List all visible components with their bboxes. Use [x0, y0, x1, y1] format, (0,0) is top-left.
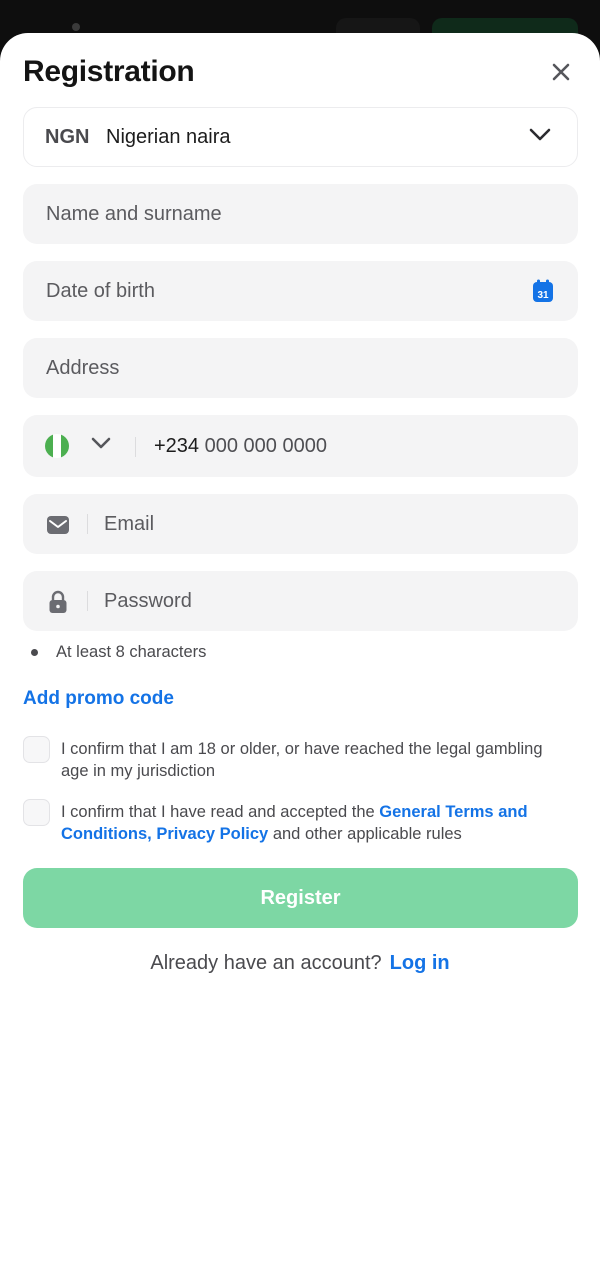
calendar-icon[interactable]: 31 [532, 279, 554, 303]
phone-field[interactable]: +234 000 000 0000 [23, 415, 578, 477]
terms-comma: , [147, 825, 157, 843]
login-link[interactable]: Log in [390, 952, 450, 974]
mail-icon [45, 512, 71, 538]
currency-select[interactable]: NGN Nigerian naira [23, 107, 578, 167]
calendar-day: 31 [537, 290, 549, 301]
address-field[interactable]: Address [23, 338, 578, 398]
phone-input[interactable]: +234 000 000 0000 [154, 435, 327, 458]
currency-code: NGN [45, 125, 90, 148]
date-of-birth-field[interactable]: Date of birth 31 [23, 261, 578, 321]
phone-number-placeholder: 000 000 0000 [204, 434, 327, 457]
phone-prefix: +234 [154, 434, 200, 457]
age-confirm-label: I confirm that I am 18 or older, or have… [61, 740, 543, 780]
modal-title: Registration [23, 55, 195, 88]
divider [87, 591, 88, 611]
email-field[interactable]: Email [23, 494, 578, 554]
terms-prefix-text: I confirm that I have read and accepted … [61, 803, 380, 821]
password-placeholder: Password [104, 589, 192, 612]
register-button[interactable]: Register [23, 868, 578, 928]
address-placeholder: Address [46, 356, 120, 379]
terms-suffix-text: and other applicable rules [268, 825, 462, 843]
divider [87, 514, 88, 534]
login-prompt-text: Already have an account? [150, 952, 382, 974]
password-field[interactable]: Password [23, 571, 578, 631]
registration-modal: Registration NGN Nigerian naira Name and… [0, 33, 600, 1280]
chevron-down-icon[interactable] [91, 437, 111, 451]
dob-placeholder: Date of birth [46, 279, 155, 302]
close-button[interactable] [546, 57, 576, 87]
privacy-policy-link[interactable]: Privacy Policy [156, 825, 268, 843]
age-confirm-checkbox[interactable] [23, 736, 50, 763]
password-hint: At least 8 characters [31, 643, 206, 662]
add-promo-code-link[interactable]: Add promo code [23, 688, 174, 710]
email-placeholder: Email [104, 512, 155, 535]
terms-confirm-checkbox[interactable] [23, 799, 50, 826]
background-dot [72, 23, 80, 31]
terms-confirm-label: I confirm that I have read and accepted … [61, 801, 571, 845]
name-field[interactable]: Name and surname [23, 184, 578, 244]
lock-icon [45, 589, 71, 615]
bullet-icon [31, 649, 38, 656]
divider [135, 437, 136, 457]
chevron-down-icon [529, 128, 551, 141]
nigeria-flag-icon[interactable] [45, 434, 69, 458]
name-placeholder: Name and surname [46, 202, 222, 225]
currency-name: Nigerian naira [106, 125, 231, 148]
close-icon [552, 63, 570, 81]
password-hint-text: At least 8 characters [56, 643, 207, 661]
login-prompt: Already have an account? Log in [0, 952, 600, 975]
